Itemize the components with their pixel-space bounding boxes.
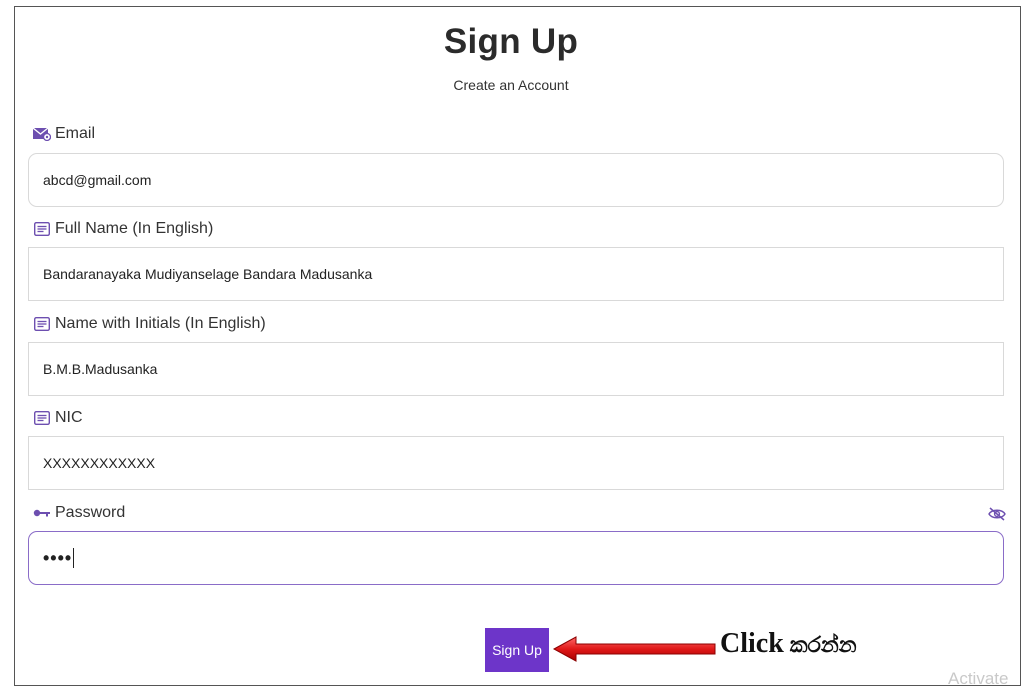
form-icon [33,316,51,332]
full-name-field[interactable] [28,247,1004,301]
password-label: Password [33,503,125,523]
full-name-label: Full Name (In English) [33,219,213,239]
activate-watermark: Activate [948,669,1009,688]
form-icon [33,410,51,426]
email-label: Email [33,124,95,144]
password-field[interactable]: •••• [28,531,1004,585]
nic-input[interactable] [43,455,1003,471]
eye-slash-icon[interactable] [988,506,1006,522]
text-cursor [73,548,75,568]
full-name-label-text: Full Name (In English) [55,220,214,237]
email-icon [33,126,51,142]
nic-field[interactable] [28,436,1004,490]
click-annotation: Click කරන්න [720,628,857,660]
nic-label: NIC [33,408,83,428]
key-icon [33,505,51,521]
form-icon [33,221,51,237]
signup-button[interactable]: Sign Up [485,628,549,672]
password-label-text: Password [55,504,126,521]
nic-label-text: NIC [55,409,83,426]
page-title: Sign Up [443,22,579,61]
page-subtitle: Create an Account [453,77,569,93]
name-initials-label-text: Name with Initials (In English) [55,315,266,332]
name-initials-field[interactable] [28,342,1004,396]
email-input[interactable] [43,172,1003,188]
click-text: Click [720,628,784,659]
email-label-text: Email [55,125,96,142]
red-arrow-icon [552,636,716,662]
name-initials-label: Name with Initials (In English) [33,314,266,334]
email-field[interactable] [28,153,1004,207]
name-initials-input[interactable] [43,361,1003,377]
sinhala-text: කරන්න [789,633,857,658]
password-input[interactable]: •••• [43,548,72,569]
full-name-input[interactable] [43,266,1003,282]
